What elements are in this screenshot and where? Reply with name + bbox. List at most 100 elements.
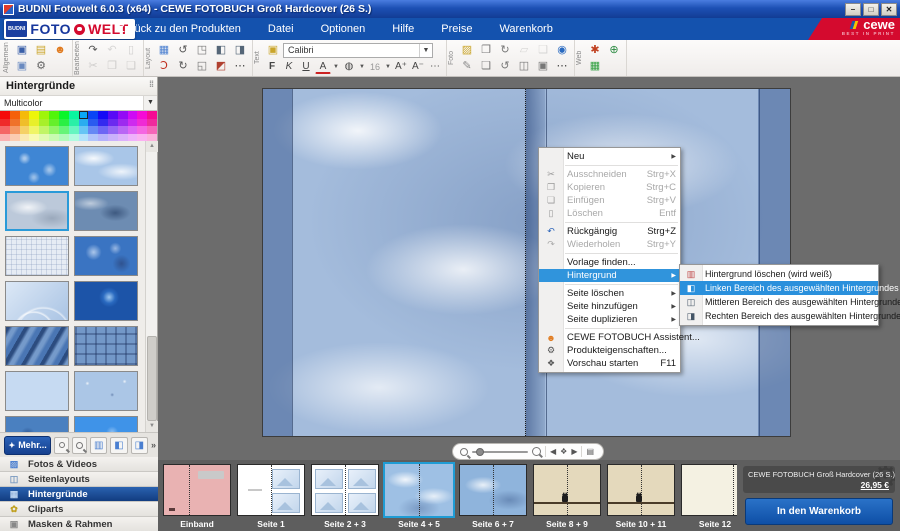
palette-color[interactable] [79,134,89,142]
context-menu-item-rückgängig[interactable]: ↶RückgängigStrg+Z [539,225,680,238]
palette-color[interactable] [108,134,118,142]
menu-hilfe[interactable]: Hilfe [392,23,414,35]
rotate-ccw-icon[interactable]: ↺ [174,42,192,58]
photo-frame-icon[interactable]: ▣ [534,58,552,74]
palette-color[interactable] [69,126,79,134]
web-globe-add-icon[interactable]: ⊕ [605,42,623,58]
background-thumbnail-fabric-folds[interactable] [5,326,69,366]
palette-color[interactable] [69,134,79,142]
palette-color[interactable] [0,119,10,127]
palette-color[interactable] [20,126,30,134]
page-thumbnail-seite-8-9[interactable] [533,464,601,516]
palette-color[interactable] [10,134,20,142]
palette-color[interactable] [118,111,128,119]
palette-color[interactable] [147,111,157,119]
category-dropdown[interactable]: Multicolor ▼ [0,96,157,111]
fit-to-page-icon[interactable]: ❖ [560,448,567,456]
page-thumbnail-seite-6-7[interactable] [459,464,527,516]
undo-icon[interactable]: ↶ [103,42,121,58]
underline-button[interactable]: U [298,59,314,74]
palette-color[interactable] [147,119,157,127]
font-size-value[interactable]: 16 [367,59,383,74]
photo-unlink-icon[interactable]: ❏ [477,58,495,74]
zoom-slider[interactable] [472,451,528,453]
context-menu-item-ausschneiden[interactable]: ✂AusschneidenStrg+X [539,168,680,181]
background-thumbnail-speckled-light[interactable] [74,371,138,411]
palette-color[interactable] [98,126,108,134]
context-menu-item-produkteigenschaften[interactable]: ⚙Produkteigenschaften... [539,344,680,357]
insert-text-icon[interactable]: ▣ [264,42,282,58]
redo-icon[interactable]: ↷ [84,42,102,58]
magnet-icon[interactable]: Ↄ [155,58,173,74]
cut-icon[interactable]: ✂ [84,58,102,74]
photo-link-icon[interactable]: ❐ [477,42,495,58]
context-menu-item-seite-hinzufügen[interactable]: Seite hinzufügen▶ [539,300,680,313]
text-more-button[interactable]: ⋯ [427,59,443,74]
palette-color[interactable] [88,126,98,134]
photo-split-icon[interactable]: ◫ [515,58,533,74]
page-thumbnail-seite-4-5[interactable] [383,462,455,518]
sidebar-tab-masken-rahmen[interactable]: ▣Masken & Rahmen [0,517,158,531]
grid-icon[interactable]: ▦ [155,42,173,58]
maximize-button[interactable]: □ [863,3,879,16]
page-thumbnail-einband[interactable] [163,464,231,516]
more-backgrounds-button[interactable]: ✦ Mehr... [4,436,51,455]
bold-button[interactable]: F [264,59,280,74]
palette-color[interactable] [69,111,79,119]
menu-warenkorb[interactable]: Warenkorb [499,23,552,35]
delete-icon[interactable]: ▯ [122,42,140,58]
background-thumbnail-azure-texture[interactable] [74,416,138,432]
context-menu-item-vorlage-finden[interactable]: Vorlage finden... [539,256,680,269]
context-menu-item-cewe-fotobuch-assistent[interactable]: ☻CEWE FOTOBUCH Assistent... [539,331,680,344]
palette-color[interactable] [128,134,138,142]
palette-color[interactable] [29,126,39,134]
background-thumbnail-water-ripples[interactable] [5,146,69,186]
submenu-item-rechten-bereich-des-ausgewählten-hinterg[interactable]: ◨Rechten Bereich des ausgewählten Hinter… [680,309,878,323]
palette-color[interactable] [39,126,49,134]
menu-optionen[interactable]: Optionen [321,23,366,35]
palette-color[interactable] [29,134,39,142]
edit-photo-icon[interactable]: ✎ [458,58,476,74]
ungroup-icon[interactable]: ◩ [212,58,230,74]
palette-color[interactable] [118,119,128,127]
palette-color[interactable] [88,111,98,119]
palette-color[interactable] [49,119,59,127]
palette-color[interactable] [108,126,118,134]
scroll-up-icon[interactable]: ▲ [146,141,158,152]
palette-color-selected[interactable] [79,111,89,119]
scroll-down-icon[interactable]: ▼ [146,421,158,432]
scale-icon[interactable]: ❑ [534,42,552,58]
zoom-slider-knob[interactable] [476,448,484,456]
palette-color[interactable] [59,111,69,119]
palette-color[interactable] [20,134,30,142]
add-photo-icon[interactable]: ▨ [458,42,476,58]
save-icon[interactable]: ▣ [13,42,31,58]
add-to-cart-button[interactable]: In den Warenkorb [745,498,893,525]
menu-preise[interactable]: Preise [441,23,472,35]
view-left-page-button[interactable]: ◧ [110,437,127,454]
background-thumbnail-light-clouds[interactable] [74,146,138,186]
sidebar-scrollbar[interactable]: ▲ ▼ [145,141,157,432]
font-select[interactable]: Calibri▼ [283,43,433,58]
palette-color[interactable] [88,134,98,142]
sidebar-tab-hintergründe[interactable]: ▦Hintergründe [0,487,158,502]
copy-icon[interactable]: ❐ [103,58,121,74]
context-menu-item-hintergrund[interactable]: Hintergrund▶ [539,269,680,282]
rotate-cw-icon[interactable]: ↻ [174,58,192,74]
save-as-icon[interactable]: ▣ [13,58,31,74]
sidebar-tab-fotos-videos[interactable]: ▨Fotos & Videos [0,457,158,472]
photo-rotate-ccw-icon[interactable]: ↺ [496,58,514,74]
palette-color[interactable] [147,134,157,142]
fill-color-button[interactable]: ◍ [341,59,357,74]
submenu-item-hintergrund-löschen-wird-weiß[interactable]: ▥Hintergrund löschen (wird weiß) [680,267,878,281]
context-menu-item-vorschau-starten[interactable]: ❖Vorschau startenF11 [539,357,680,370]
palette-color[interactable] [108,111,118,119]
raise-object-icon[interactable]: ◳ [193,42,211,58]
page-thumbnail-seite-1[interactable] [237,464,305,516]
font-color-button[interactable]: A [315,59,331,74]
palette-color[interactable] [79,119,89,127]
assistant-icon[interactable]: ☻ [51,42,69,58]
palette-color[interactable] [10,126,20,134]
palette-color[interactable] [98,119,108,127]
palette-color[interactable] [98,134,108,142]
